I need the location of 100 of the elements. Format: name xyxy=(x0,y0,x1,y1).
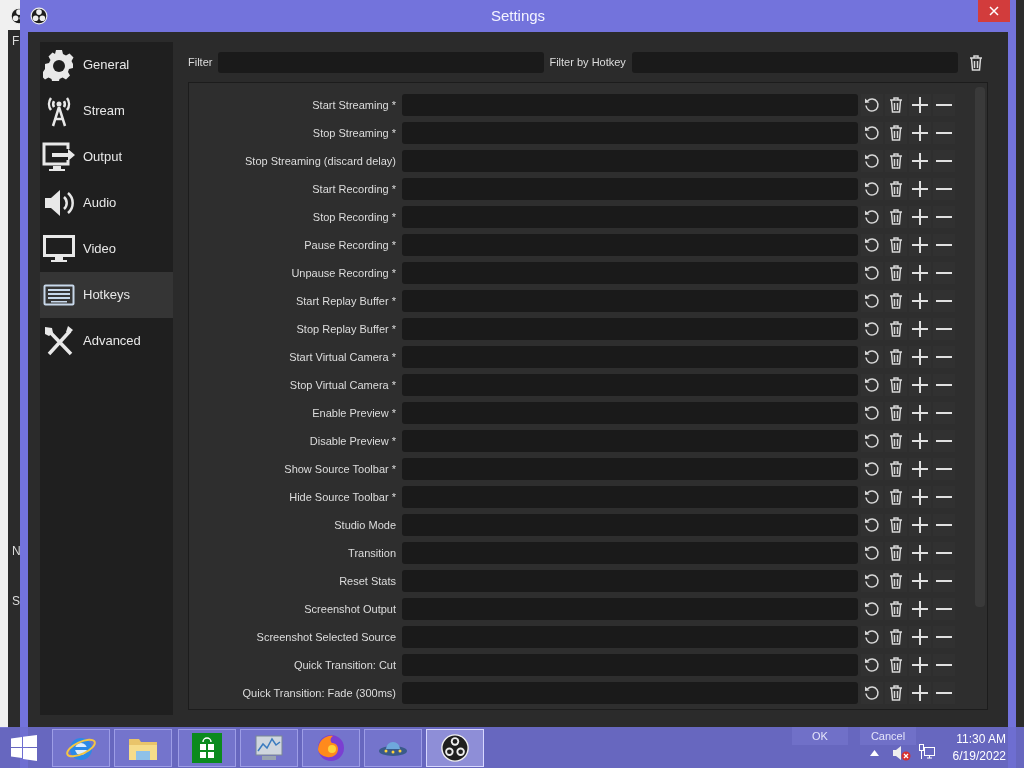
minus-icon xyxy=(935,355,953,359)
minus-icon xyxy=(935,103,953,107)
hotkey-label: Quick Transition: Cut xyxy=(292,657,396,673)
sidebar-item[interactable]: Video xyxy=(40,226,173,272)
plus-icon xyxy=(911,572,929,590)
reset-icon xyxy=(864,293,880,309)
plus-icon xyxy=(911,208,929,226)
reset-icon xyxy=(864,181,880,197)
hotkey-label: Quick Transition: Fade (300ms) xyxy=(241,685,396,701)
gear-icon xyxy=(43,49,75,81)
trash-icon xyxy=(889,685,903,701)
sidebar-item[interactable]: Advanced xyxy=(40,318,173,364)
obs-icon xyxy=(440,732,470,763)
plus-icon xyxy=(911,628,929,646)
clock-date[interactable]: 6/19/2022 xyxy=(952,747,1006,765)
trash-icon xyxy=(889,545,903,561)
plus-icon xyxy=(911,684,929,702)
hotkey-label: Stop Streaming * xyxy=(311,125,396,141)
reset-icon xyxy=(864,685,880,701)
trash-icon xyxy=(889,377,903,393)
minus-icon xyxy=(935,635,953,639)
sidebar-item[interactable]: Hotkeys xyxy=(40,272,173,318)
trash-icon xyxy=(889,489,903,505)
monitor-icon xyxy=(43,233,75,265)
filter-label: Filter xyxy=(188,55,213,71)
dialog-button[interactable]: Cancel xyxy=(860,727,916,745)
minus-icon xyxy=(935,691,953,695)
reset-icon xyxy=(864,153,880,169)
clock-time[interactable]: 11:30 AM xyxy=(956,730,1006,748)
plus-icon xyxy=(911,544,929,562)
trash-icon xyxy=(889,461,903,477)
plus-icon xyxy=(911,488,929,506)
monitor-arrow-icon xyxy=(42,141,76,173)
plus-icon xyxy=(911,460,929,478)
muted-speaker-icon[interactable] xyxy=(892,744,911,761)
tools-icon xyxy=(43,325,75,357)
reset-icon xyxy=(864,125,880,141)
minus-icon xyxy=(935,551,953,555)
hotkey-label: Stop Virtual Camera * xyxy=(288,377,396,393)
minus-icon xyxy=(935,131,953,135)
hotkey-label: Unpause Recording * xyxy=(290,265,396,281)
obs-logo-icon xyxy=(30,7,48,25)
hotkey-label: Stop Streaming (discard delay) xyxy=(244,153,396,169)
background-text: S xyxy=(12,593,20,610)
trash-icon xyxy=(889,573,903,589)
speaker-icon xyxy=(43,187,75,219)
hotkey-label: Stop Replay Buffer * xyxy=(295,321,396,337)
background-text: N xyxy=(12,543,21,560)
reset-icon xyxy=(864,349,880,365)
sidebar-item[interactable]: Stream xyxy=(40,88,173,134)
reset-icon xyxy=(864,433,880,449)
plus-icon xyxy=(911,348,929,366)
hotkey-label: Start Streaming * xyxy=(311,97,396,113)
sidebar-item[interactable]: Audio xyxy=(40,180,173,226)
plus-icon xyxy=(911,404,929,422)
filter-label: Filter by Hotkey xyxy=(549,55,626,71)
minus-icon xyxy=(935,243,953,247)
reset-icon xyxy=(864,377,880,393)
trash-icon xyxy=(889,629,903,645)
windows-logo-icon xyxy=(11,734,37,761)
minus-icon xyxy=(935,411,953,415)
minus-icon xyxy=(935,299,953,303)
minus-icon xyxy=(935,607,953,611)
dialog-button[interactable]: OK xyxy=(792,727,848,745)
minus-icon xyxy=(935,579,953,583)
plus-icon xyxy=(911,320,929,338)
reset-icon xyxy=(864,489,880,505)
trash-icon xyxy=(889,321,903,337)
trash-icon xyxy=(889,517,903,533)
reset-icon xyxy=(864,265,880,281)
sidebar-item[interactable]: General xyxy=(40,42,173,88)
trash-icon xyxy=(889,97,903,113)
minus-icon xyxy=(935,383,953,387)
show-hidden-icons-icon[interactable] xyxy=(869,749,879,756)
hotkey-label: Screenshot Output xyxy=(303,601,396,617)
network-icon[interactable] xyxy=(918,743,935,760)
hotkey-label: Enable Preview * xyxy=(311,405,396,421)
reset-icon xyxy=(864,321,880,337)
trash-icon xyxy=(889,601,903,617)
reset-icon xyxy=(864,405,880,421)
close-button[interactable] xyxy=(978,0,1010,22)
minus-icon xyxy=(935,159,953,163)
trash-icon xyxy=(889,405,903,421)
minus-icon xyxy=(935,523,953,527)
trash-icon xyxy=(889,433,903,449)
plus-icon xyxy=(911,656,929,674)
reset-icon xyxy=(864,461,880,477)
clear-filter-icon[interactable] xyxy=(968,54,983,71)
trash-icon xyxy=(889,209,903,225)
hotkey-label: Screenshot Selected Source xyxy=(255,629,396,645)
plus-icon xyxy=(911,600,929,618)
plus-icon xyxy=(911,432,929,450)
sidebar-item[interactable]: Output xyxy=(40,134,173,180)
reset-icon xyxy=(864,657,880,673)
trash-icon xyxy=(889,265,903,281)
window-title: Settings xyxy=(490,5,546,26)
minus-icon xyxy=(935,495,953,499)
hotkey-label: Studio Mode xyxy=(333,517,396,533)
minus-icon xyxy=(935,271,953,275)
plus-icon xyxy=(911,236,929,254)
